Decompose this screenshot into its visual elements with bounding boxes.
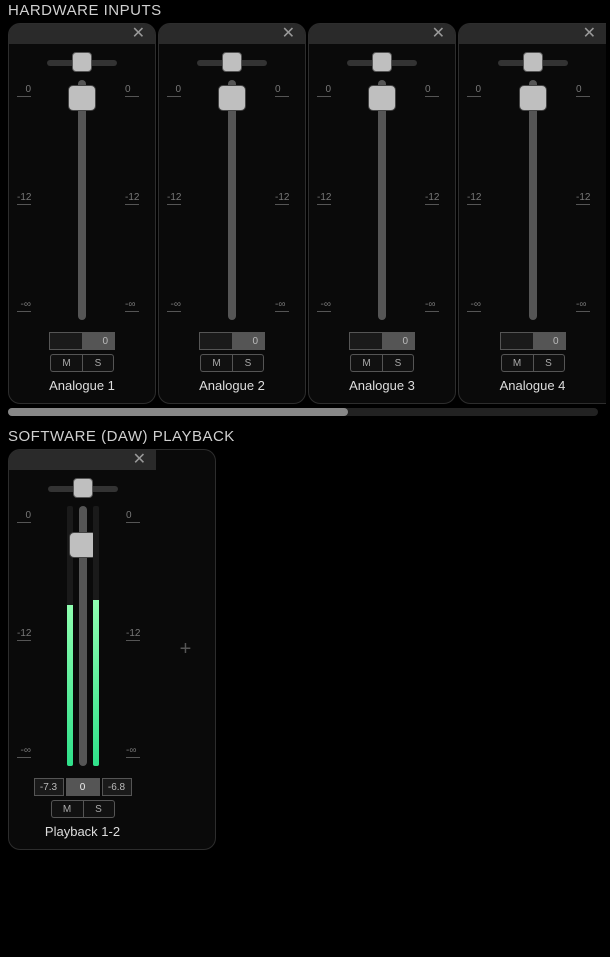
scale-left: 0-12-∞ [17, 80, 39, 320]
peak-left-readout[interactable]: -7.3 [34, 778, 64, 796]
fader[interactable] [378, 80, 386, 320]
mute-button[interactable]: M [50, 354, 82, 372]
software-section-title: SOFTWARE (DAW) PLAYBACK [0, 426, 610, 449]
gain-readout[interactable]: 0 [500, 332, 566, 350]
fader[interactable] [228, 80, 236, 320]
mute-button[interactable]: M [51, 800, 83, 818]
solo-button[interactable]: S [82, 354, 114, 372]
gain-readout[interactable]: 0 [199, 332, 265, 350]
close-icon[interactable]: ✕ [432, 26, 445, 42]
pan-slider[interactable] [48, 486, 118, 492]
mute-button[interactable]: M [501, 354, 533, 372]
pan-slider[interactable] [197, 60, 267, 66]
hardware-channels-row: ✕ 0-12-∞ 0-12-∞ 0 M S Analogue 1 ✕ 0-12-… [0, 23, 610, 404]
horizontal-scrollbar[interactable] [8, 408, 598, 416]
peak-right-readout[interactable]: -6.8 [102, 778, 132, 796]
gain-readout[interactable]: 0 [349, 332, 415, 350]
close-icon[interactable]: ✕ [583, 26, 596, 42]
gain-readout[interactable]: 0 [66, 778, 100, 796]
fader[interactable] [79, 506, 87, 766]
channel-label[interactable]: Analogue 2 [199, 378, 265, 393]
channel-label[interactable]: Analogue 1 [49, 378, 115, 393]
solo-button[interactable]: S [382, 354, 414, 372]
scale-right: 0-12-∞ [125, 80, 147, 320]
solo-button[interactable]: S [232, 354, 264, 372]
channel-playback-1-2: ✕ 0-12-∞ 0-12-∞ -7.3 0 -6.8 MS Playback … [8, 449, 156, 850]
close-icon[interactable]: ✕ [133, 452, 146, 468]
channel-label[interactable]: Playback 1-2 [45, 824, 120, 839]
channel-label[interactable]: Analogue 4 [500, 378, 566, 393]
pan-slider[interactable] [498, 60, 568, 66]
channel-analogue-4: ✕ 0-12-∞ 0-12-∞ 0 MS Analogue 4 [458, 23, 606, 404]
fader[interactable] [78, 80, 86, 320]
mute-button[interactable]: M [200, 354, 232, 372]
gain-readout[interactable]: 0 [49, 332, 115, 350]
software-channels-row: ✕ 0-12-∞ 0-12-∞ -7.3 0 -6.8 MS Playback … [0, 449, 610, 850]
fader[interactable] [529, 80, 537, 320]
pan-slider[interactable] [347, 60, 417, 66]
channel-header: ✕ [9, 24, 155, 44]
pan-slider[interactable] [47, 60, 117, 66]
solo-button[interactable]: S [83, 800, 115, 818]
meter-right [93, 506, 99, 766]
mute-button[interactable]: M [350, 354, 382, 372]
channel-analogue-1: ✕ 0-12-∞ 0-12-∞ 0 M S Analogue 1 [8, 23, 156, 404]
add-channel-button[interactable]: + [156, 449, 216, 850]
close-icon[interactable]: ✕ [132, 26, 145, 42]
hardware-section-title: HARDWARE INPUTS [0, 0, 610, 23]
solo-button[interactable]: S [533, 354, 565, 372]
channel-analogue-3: ✕ 0-12-∞ 0-12-∞ 0 MS Analogue 3 [308, 23, 456, 404]
close-icon[interactable]: ✕ [282, 26, 295, 42]
channel-label[interactable]: Analogue 3 [349, 378, 415, 393]
channel-analogue-2: ✕ 0-12-∞ 0-12-∞ 0 MS Analogue 2 [158, 23, 306, 404]
